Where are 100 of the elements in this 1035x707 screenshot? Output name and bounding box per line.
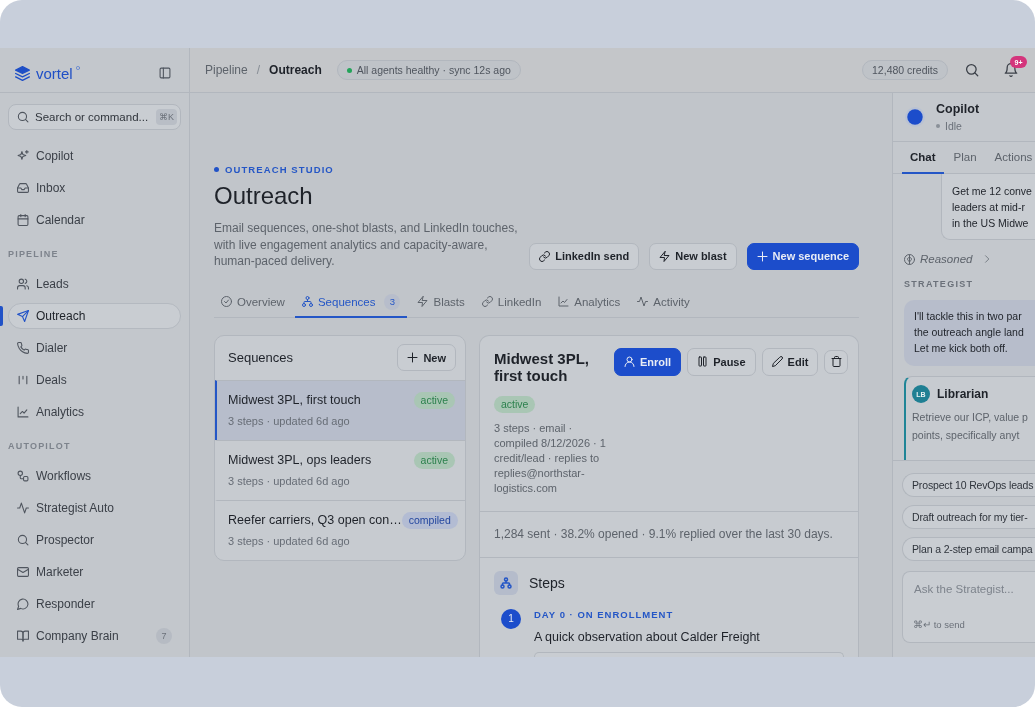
active-indicator xyxy=(0,306,3,326)
suggestion-chip[interactable]: Draft outreach for my tier- xyxy=(902,505,1035,529)
assistant-name: Copilot xyxy=(936,102,980,117)
credits-badge: 12,480 credits xyxy=(862,60,948,80)
page-title: Outreach xyxy=(214,181,314,211)
sequence-details: 3 steps · email · compiled 8/12/2026 · 1 credit/lead · replies to replies@northstar-logistics.com xyxy=(494,420,607,496)
sequence-name: Midwest 3PL, ops leaders xyxy=(228,451,372,468)
line-chart-icon xyxy=(558,296,570,307)
nav-section-label: AUTOPILOT xyxy=(8,440,72,452)
sidebar-item[interactable]: Leads xyxy=(8,271,181,297)
trash-icon xyxy=(830,356,842,367)
agent-name: Librarian xyxy=(937,387,989,401)
nav-section-label: PIPELINE xyxy=(8,248,60,260)
line-chart-icon xyxy=(17,406,29,418)
plus-icon xyxy=(407,352,419,363)
sparkle-icon xyxy=(17,150,29,162)
sidebar-item[interactable]: Responder xyxy=(8,591,181,617)
panel-tab[interactable]: Actions xyxy=(986,142,1035,174)
user-message-bubble: Get me 12 conve leaders at mid-r in the US Midwe xyxy=(941,174,1035,240)
sequence-title: Midwest 3PL, first touch xyxy=(494,349,591,384)
paper-plane-icon xyxy=(17,310,29,322)
breadcrumb-separator: / xyxy=(256,63,261,77)
book-icon xyxy=(17,630,29,642)
pencil-icon xyxy=(771,356,783,367)
step-timing: DAY 0 · ON ENROLLMENT xyxy=(534,608,675,621)
sidebar-item[interactable]: Analytics xyxy=(8,399,181,425)
tab[interactable]: Blasts xyxy=(410,287,472,318)
sequence-meta: 3 steps · updated 6d ago xyxy=(228,473,351,488)
sidebar-item[interactable]: Copilot xyxy=(8,143,181,169)
breadcrumb-current: Outreach xyxy=(269,63,322,77)
count-badge: 3 xyxy=(384,293,401,310)
avatar-icon xyxy=(905,107,925,127)
pulse-icon xyxy=(17,502,29,514)
lightning-icon xyxy=(417,296,429,307)
sidebar-toggle-icon[interactable] xyxy=(159,67,171,79)
reasoning-toggle[interactable]: Reasoned xyxy=(904,253,992,265)
sidebar-item[interactable]: Deals xyxy=(8,367,181,393)
status-badge: active xyxy=(494,395,536,413)
breadcrumb-link[interactable]: Pipeline xyxy=(205,63,248,77)
hierarchy-icon xyxy=(494,570,518,595)
count-badge: 7 xyxy=(156,628,172,644)
mail-icon xyxy=(17,566,29,578)
linkedin-send-button[interactable]: LinkedIn send xyxy=(529,242,640,270)
phone-icon xyxy=(17,342,29,354)
enroll-button[interactable]: Enroll xyxy=(614,347,682,376)
engagement-stats: 1,284 sent · 38.2% opened · 9.1% replied over the last 30 days. xyxy=(480,510,858,557)
new-blast-button[interactable]: New blast xyxy=(649,242,737,270)
send-shortcut-hint: ⌘↵ to send xyxy=(913,619,965,631)
search-icon xyxy=(17,534,29,546)
sidebar-item[interactable]: Strategist Auto xyxy=(8,495,181,521)
plus-icon xyxy=(756,250,768,262)
status-badge: compiled xyxy=(401,511,458,529)
sequence-row[interactable]: Midwest 3PL, ops leaders 3 steps · updated 6d ago active xyxy=(215,439,465,500)
edit-button[interactable]: Edit xyxy=(761,347,819,376)
section-title: Steps xyxy=(529,574,565,591)
panel-tab[interactable]: Chat xyxy=(902,142,944,174)
inbox-icon xyxy=(17,182,29,194)
brand-name: vortel xyxy=(36,64,73,82)
panel-tab[interactable]: Plan xyxy=(945,142,985,174)
suggestion-chip[interactable]: Plan a 2-step email campa xyxy=(902,537,1035,561)
calendar-icon xyxy=(17,214,29,226)
ring-icon xyxy=(75,66,80,70)
search-icon[interactable] xyxy=(965,63,979,77)
bell-icon[interactable] xyxy=(1004,63,1018,77)
page-description: Email sequences, one-shot blasts, and LinkedIn touches, with live engagement analytics and capacity-aware, human-paced delivery. xyxy=(214,220,519,270)
page-eyebrow: OUTREACH STUDIO xyxy=(225,163,334,175)
sidebar-item[interactable]: Prospector xyxy=(8,527,181,553)
sequence-row[interactable]: Midwest 3PL, first touch 3 steps · updated 6d ago active xyxy=(215,379,465,440)
pause-button[interactable]: Pause xyxy=(687,347,756,376)
sidebar-item[interactable]: Inbox xyxy=(8,175,181,201)
tab[interactable]: Sequences 3 xyxy=(294,287,408,318)
tab[interactable]: LinkedIn xyxy=(474,287,549,318)
sidebar-item[interactable]: Workflows xyxy=(8,463,181,489)
card-title: Sequences xyxy=(228,350,294,365)
pulse-icon xyxy=(637,296,649,307)
hierarchy-icon xyxy=(301,296,313,307)
tab[interactable]: Overview xyxy=(214,287,292,318)
tab[interactable]: Analytics xyxy=(551,287,628,318)
step-number: 1 xyxy=(501,608,521,629)
new-button[interactable]: New xyxy=(397,344,456,371)
new-sequence-button[interactable]: New sequence xyxy=(746,242,859,270)
sidebar-item[interactable]: Dialer xyxy=(8,335,181,361)
user-icon xyxy=(624,356,635,367)
suggestion-chip[interactable]: Prospect 10 RevOps leads xyxy=(902,473,1035,497)
search-icon xyxy=(17,111,29,123)
message-sender-label: STRATEGIST xyxy=(904,278,974,290)
dot-icon xyxy=(214,166,219,172)
check-circle-icon xyxy=(221,296,232,307)
tab[interactable]: Activity xyxy=(630,287,697,318)
bars-icon xyxy=(17,374,29,386)
assistant-status: Idle xyxy=(945,120,962,132)
agent-message: Retrieve our ICP, value p points, specifically anyt xyxy=(912,410,1028,443)
sidebar-item[interactable]: Marketer xyxy=(8,559,181,585)
shortcut-key: ⌘K xyxy=(156,109,177,125)
sidebar-item[interactable]: Calendar xyxy=(8,207,181,233)
delete-button[interactable] xyxy=(824,349,849,374)
sequence-row[interactable]: Reefer carriers, Q3 open con… 3 steps · updated 6d ago compiled xyxy=(215,499,465,560)
brain-icon xyxy=(904,253,915,265)
sidebar-item[interactable]: Company Brain 7 xyxy=(8,623,181,649)
layers-logo-icon xyxy=(15,65,30,81)
